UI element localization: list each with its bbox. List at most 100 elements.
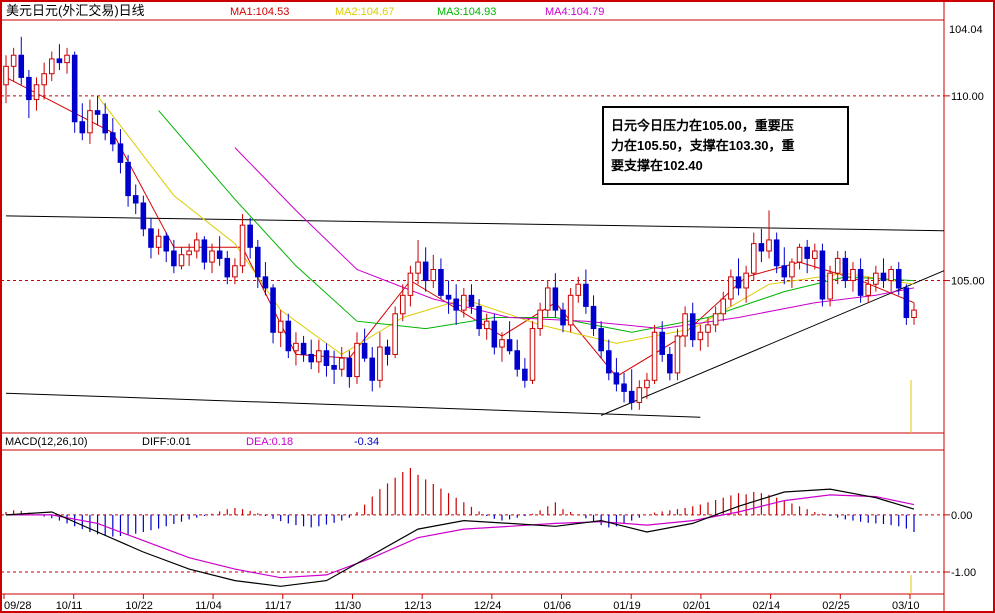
candle-body-down [331, 365, 337, 370]
candle-body-up [33, 84, 40, 101]
candle-body-down [71, 54, 78, 123]
candle-body-up [911, 309, 917, 318]
date-label: 03/10 [892, 600, 920, 612]
candle-body-down [323, 350, 330, 367]
candle-body-down [163, 235, 170, 252]
candle-body-down [255, 246, 261, 278]
ma1-label: MA1:104.53 [230, 6, 289, 18]
candle-body-down [79, 121, 86, 134]
candle-body-down [560, 309, 566, 326]
candle-body-up [10, 54, 17, 67]
candle-body-up [705, 324, 711, 333]
candlestick-chart: 美元日元(外汇交易)日线 MA1:104.53 MA2:104.67 MA3:1… [0, 0, 995, 613]
candle-body-down [171, 250, 177, 267]
candle-body-down [552, 287, 559, 311]
macd-level-label-0: 0.00 [951, 510, 972, 522]
candle-body-down [262, 276, 269, 289]
candle-body-down [445, 294, 452, 300]
candle-body-up [812, 250, 818, 259]
candle-body-up [644, 379, 650, 389]
candle-body-up [87, 110, 93, 134]
candle-body-up [827, 272, 833, 300]
date-label: 12/24 [474, 600, 502, 612]
date-label: 12/13 [404, 600, 432, 612]
candle-body-up [529, 328, 536, 381]
candle-body-down [667, 353, 673, 374]
candle-body-down [583, 283, 589, 307]
candle-body-up [338, 357, 345, 370]
candle-body-down [689, 313, 696, 341]
candle-body-down [308, 353, 314, 363]
candle-body-up [712, 313, 719, 326]
date-label: 11/17 [265, 600, 292, 612]
candle-body-down [346, 357, 353, 378]
chart-window: 美元日元(外汇交易)日线 MA1:104.53 MA2:104.67 MA3:1… [0, 0, 995, 613]
candle-body-up [537, 309, 543, 330]
candle-body-down [804, 246, 810, 259]
candle-body-down [606, 350, 612, 374]
candle-body-up [575, 283, 582, 296]
annotation-line-3: 要支撑在102.40 [611, 158, 703, 173]
candle-body-up [232, 265, 238, 278]
candle-body-up [64, 54, 70, 64]
candle-body-down [628, 390, 635, 403]
candle-body-up [392, 313, 398, 355]
candle-body-up [399, 294, 406, 315]
price-axis-top-label: 104.04 [949, 24, 983, 36]
candle-body-up [277, 320, 284, 333]
candle-body-down [857, 268, 864, 296]
candle-body-up [483, 320, 490, 330]
date-label: 09/28 [4, 600, 32, 612]
candle-body-up [41, 73, 47, 86]
date-label: 01/06 [544, 600, 572, 612]
candle-body-down [201, 239, 208, 263]
candle-body-down [880, 272, 887, 282]
candle-body-up [651, 331, 658, 381]
annotation-line-1: 日元今日压力在105.00，重要压 [611, 118, 794, 133]
candle-body-down [148, 228, 154, 248]
candle-body-up [636, 387, 643, 403]
candle-body-down [590, 305, 597, 330]
candle-body-up [193, 239, 200, 252]
candle-body-down [117, 143, 124, 163]
candle-body-up [766, 239, 772, 252]
candle-body-up [750, 243, 757, 274]
candle-body-down [270, 287, 276, 333]
candle-body-down [895, 268, 902, 289]
chart-title: 美元日元(外汇交易)日线 [6, 3, 145, 18]
candle-body-down [903, 287, 910, 318]
date-label: 02/14 [753, 600, 781, 612]
candle-body-down [285, 320, 292, 352]
candle-body-up [178, 254, 185, 267]
candle-body-down [758, 243, 765, 252]
candle-body-down [506, 339, 513, 352]
candle-body-up [209, 250, 215, 263]
candle-body-down [659, 331, 665, 355]
candle-body-up [415, 261, 421, 274]
ma4-label: MA4:104.79 [545, 6, 604, 18]
macd-value-label: -0.34 [354, 436, 379, 448]
candle-body-up [499, 339, 505, 348]
date-label: 10/11 [56, 600, 83, 612]
date-label: 11/04 [195, 600, 222, 612]
candle-body-down [224, 257, 231, 278]
candle-body-up [697, 331, 704, 341]
outer-frame [0, 0, 995, 613]
candle-body-up [407, 272, 414, 296]
macd-title: MACD(12,26,10) [5, 436, 88, 448]
candle-body-down [476, 305, 482, 330]
candle-body-up [674, 335, 681, 374]
candle-body-up [720, 298, 727, 315]
macd-level-label-1: -1.00 [951, 567, 976, 579]
candle-body-down [522, 368, 528, 381]
candle-body-down [621, 383, 627, 392]
candle-body-down [468, 294, 475, 307]
date-label: 02/01 [683, 600, 711, 612]
candle-body-up [873, 272, 879, 285]
candle-body-down [842, 257, 849, 282]
candle-body-up [461, 294, 467, 311]
macd-diff-label: DIFF:0.01 [142, 436, 191, 448]
candle-body-down [102, 113, 108, 134]
candle-body-up [3, 65, 9, 86]
candle-body-down [26, 76, 32, 101]
